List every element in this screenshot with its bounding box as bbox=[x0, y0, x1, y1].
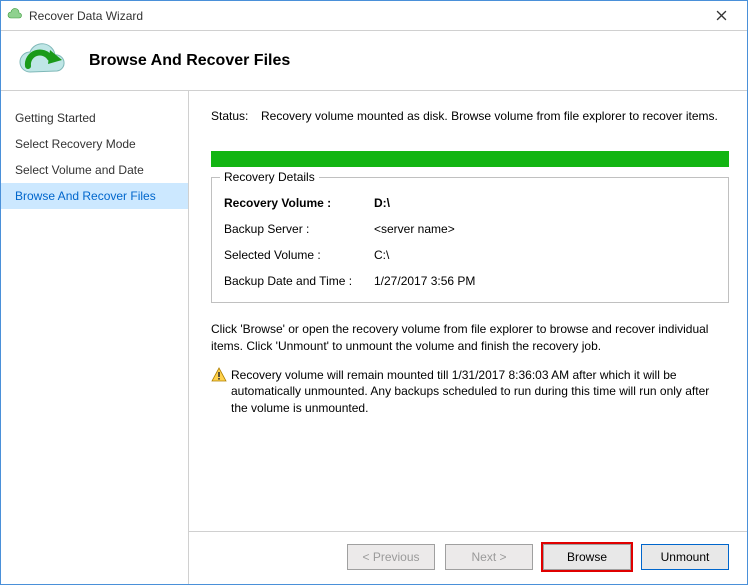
recovery-details-group: Recovery Details Recovery Volume : D:\ B… bbox=[211, 177, 729, 303]
backup-server-value: <server name> bbox=[374, 222, 455, 236]
previous-button: < Previous bbox=[347, 544, 435, 570]
unmount-button[interactable]: Unmount bbox=[641, 544, 729, 570]
selected-volume-label: Selected Volume : bbox=[224, 248, 374, 262]
selected-volume-row: Selected Volume : C:\ bbox=[224, 242, 716, 268]
recovery-volume-value: D:\ bbox=[374, 196, 390, 210]
sidebar-item-select-recovery-mode[interactable]: Select Recovery Mode bbox=[1, 131, 188, 157]
page-title: Browse And Recover Files bbox=[89, 52, 290, 70]
warning-icon bbox=[211, 367, 231, 417]
status-value: Recovery volume mounted as disk. Browse … bbox=[261, 109, 729, 123]
next-button: Next > bbox=[445, 544, 533, 570]
sidebar-item-browse-recover[interactable]: Browse And Recover Files bbox=[1, 183, 188, 209]
backup-server-row: Backup Server : <server name> bbox=[224, 216, 716, 242]
body: Getting Started Select Recovery Mode Sel… bbox=[1, 91, 747, 584]
button-bar: < Previous Next > Browse Unmount bbox=[189, 531, 747, 570]
cloud-recover-icon bbox=[13, 41, 73, 81]
recovery-volume-row: Recovery Volume : D:\ bbox=[224, 190, 716, 216]
header: Browse And Recover Files bbox=[1, 31, 747, 91]
status-label: Status: bbox=[211, 109, 261, 123]
recovery-volume-label: Recovery Volume : bbox=[224, 196, 374, 210]
app-icon bbox=[7, 8, 23, 24]
main-panel: Status: Recovery volume mounted as disk.… bbox=[189, 91, 747, 584]
sidebar: Getting Started Select Recovery Mode Sel… bbox=[1, 91, 189, 584]
recovery-details-legend: Recovery Details bbox=[220, 170, 319, 184]
progress-bar bbox=[211, 151, 729, 167]
backup-server-label: Backup Server : bbox=[224, 222, 374, 236]
wizard-window: Recover Data Wizard Browse And Recover F… bbox=[0, 0, 748, 585]
backup-datetime-label: Backup Date and Time : bbox=[224, 274, 374, 288]
instructions-text: Click 'Browse' or open the recovery volu… bbox=[211, 321, 729, 355]
selected-volume-value: C:\ bbox=[374, 248, 389, 262]
status-row: Status: Recovery volume mounted as disk.… bbox=[211, 109, 729, 123]
backup-datetime-value: 1/27/2017 3:56 PM bbox=[374, 274, 475, 288]
warning-text: Recovery volume will remain mounted till… bbox=[231, 367, 729, 417]
titlebar: Recover Data Wizard bbox=[1, 1, 747, 31]
window-title: Recover Data Wizard bbox=[29, 9, 701, 23]
sidebar-item-select-volume-date[interactable]: Select Volume and Date bbox=[1, 157, 188, 183]
sidebar-item-getting-started[interactable]: Getting Started bbox=[1, 105, 188, 131]
close-button[interactable] bbox=[701, 2, 741, 30]
warning-row: Recovery volume will remain mounted till… bbox=[211, 367, 729, 417]
close-icon bbox=[716, 10, 727, 21]
browse-button[interactable]: Browse bbox=[543, 544, 631, 570]
backup-datetime-row: Backup Date and Time : 1/27/2017 3:56 PM bbox=[224, 268, 716, 294]
